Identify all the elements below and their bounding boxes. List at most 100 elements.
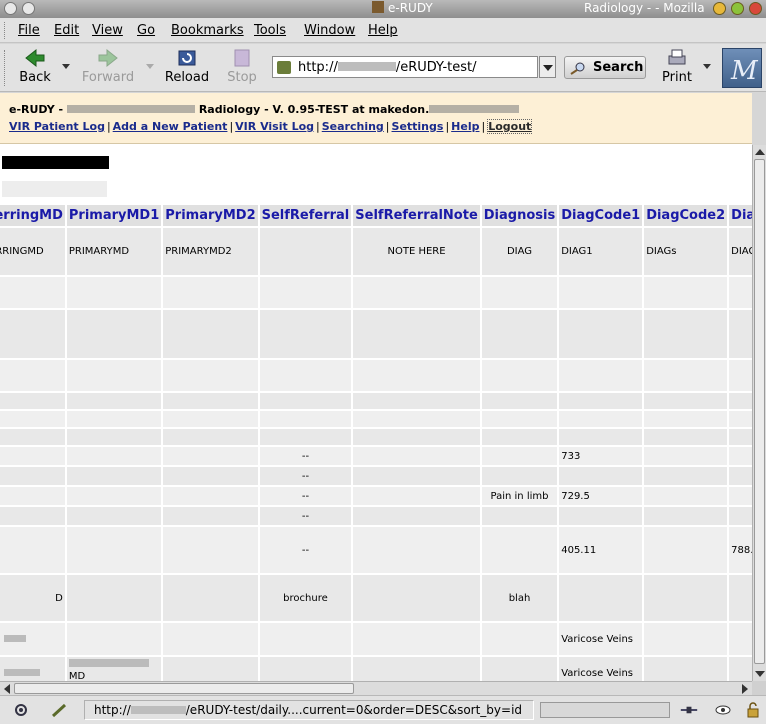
status-url-prefix: http:// <box>94 703 131 717</box>
mozilla-throbber-icon[interactable]: M <box>722 48 762 88</box>
menu-window[interactable]: Window <box>304 23 355 38</box>
cell <box>66 277 162 308</box>
cell <box>559 393 643 409</box>
window-shade-button[interactable] <box>22 2 35 15</box>
vertical-scroll-thumb[interactable] <box>754 159 765 664</box>
link-vir-visit-log[interactable]: VIR Visit Log <box>235 120 314 133</box>
cell: Varicose Veins <box>559 623 643 655</box>
horizontal-scroll-thumb[interactable] <box>14 683 354 694</box>
forward-button[interactable]: Forward <box>80 48 136 90</box>
cell <box>729 310 752 358</box>
window-title-bar[interactable]: e-RUDY Radiology - - Mozilla <box>0 0 766 18</box>
cell <box>163 411 258 427</box>
cell <box>259 310 352 358</box>
scroll-left-arrow-icon[interactable] <box>4 684 10 694</box>
cell <box>481 507 558 525</box>
cell <box>353 411 480 427</box>
col-referringmd[interactable]: ReferringMD <box>0 205 65 226</box>
cell <box>66 507 162 525</box>
menu-go[interactable]: Go <box>137 23 155 38</box>
link-searching[interactable]: Searching <box>322 120 384 133</box>
cell <box>0 447 65 465</box>
minimize-button[interactable] <box>713 2 726 15</box>
col-primarymd2[interactable]: PrimaryMD2 <box>163 205 258 226</box>
stop-button[interactable]: Stop <box>224 48 260 90</box>
cell <box>0 527 65 573</box>
cell <box>66 575 162 621</box>
privacy-eye-icon[interactable] <box>714 702 732 718</box>
menu-edit[interactable]: Edit <box>54 23 79 38</box>
scroll-up-arrow-icon[interactable] <box>755 149 765 155</box>
window-menu-button[interactable] <box>4 2 17 15</box>
url-bar[interactable]: http:// /eRUDY-test/ <box>272 56 538 78</box>
col-diagcode2[interactable]: DiagCode2 <box>644 205 728 226</box>
cell <box>729 360 752 391</box>
cell <box>644 447 728 465</box>
cell-referringmd: REFERRINGMD <box>0 228 65 275</box>
menu-bookmarks[interactable]: Bookmarks <box>171 23 244 38</box>
link-settings[interactable]: Settings <box>392 120 444 133</box>
table-row: -- <box>0 507 752 525</box>
security-lock-icon[interactable] <box>744 702 762 718</box>
cell <box>729 429 752 445</box>
toolbar-grip[interactable] <box>4 50 8 86</box>
cell <box>259 623 352 655</box>
col-diagcode3[interactable]: DiagCode3 <box>729 205 752 226</box>
cell <box>729 411 752 427</box>
cell <box>66 429 162 445</box>
menu-help[interactable]: Help <box>368 23 398 38</box>
cell <box>259 277 352 308</box>
col-selfreferralnote[interactable]: SelfReferralNote <box>353 205 480 226</box>
link-vir-patient-log[interactable]: VIR Patient Log <box>9 120 105 133</box>
site-favicon-icon <box>277 61 291 74</box>
cell <box>66 447 162 465</box>
col-selfreferral[interactable]: SelfReferral <box>259 205 352 226</box>
cell <box>729 507 752 525</box>
reload-button[interactable]: Reload <box>164 48 210 90</box>
cell <box>353 575 480 621</box>
back-history-dropdown[interactable] <box>62 64 70 69</box>
page-content: e-RUDY - Radiology - V. 0.95-TEST at mak… <box>0 93 752 681</box>
menu-file[interactable]: File <box>18 23 40 38</box>
scroll-right-arrow-icon[interactable] <box>742 684 748 694</box>
print-button[interactable]: Print <box>660 48 694 90</box>
cell <box>259 429 352 445</box>
col-diagnosis[interactable]: Diagnosis <box>481 205 558 226</box>
navigator-icon[interactable] <box>12 702 30 718</box>
horizontal-scrollbar[interactable] <box>0 681 752 695</box>
url-history-dropdown[interactable] <box>539 56 556 78</box>
cell <box>163 447 258 465</box>
col-diagcode1[interactable]: DiagCode1 <box>559 205 643 226</box>
vertical-scrollbar[interactable] <box>752 145 766 681</box>
composer-pen-icon[interactable] <box>50 702 68 718</box>
menu-view[interactable]: View <box>92 23 123 38</box>
cell: 788.41 <box>729 527 752 573</box>
maximize-button[interactable] <box>731 2 744 15</box>
cell-redacted <box>0 623 65 655</box>
cell <box>163 623 258 655</box>
link-add-new-patient[interactable]: Add a New Patient <box>113 120 228 133</box>
cell-redacted <box>0 657 65 681</box>
table-row: -- 405.11 788.41 <box>0 527 752 573</box>
menubar-grip[interactable] <box>4 22 8 39</box>
cell <box>559 310 643 358</box>
close-window-button[interactable] <box>749 2 762 15</box>
back-button[interactable]: Back <box>14 48 56 90</box>
table-row <box>0 360 752 391</box>
online-status-icon[interactable] <box>680 702 698 718</box>
print-dropdown[interactable] <box>703 64 711 69</box>
cell <box>259 393 352 409</box>
forward-history-dropdown[interactable] <box>146 64 154 69</box>
cell <box>0 467 65 485</box>
search-button[interactable]: Search <box>564 56 646 79</box>
link-logout[interactable]: Logout <box>487 119 533 134</box>
table-row: -- Pain in limb 729.5 <box>0 487 752 505</box>
progress-meter <box>540 702 670 718</box>
scroll-down-arrow-icon[interactable] <box>755 671 765 677</box>
url-text[interactable]: http:// /eRUDY-test/ <box>298 60 477 75</box>
link-help[interactable]: Help <box>451 120 479 133</box>
col-primarymd1[interactable]: PrimaryMD1 <box>66 205 162 226</box>
menu-tools[interactable]: Tools <box>254 23 286 38</box>
redacted-text <box>4 668 40 676</box>
status-bar: http:// /eRUDY-test/daily....current=0&or… <box>0 695 766 724</box>
